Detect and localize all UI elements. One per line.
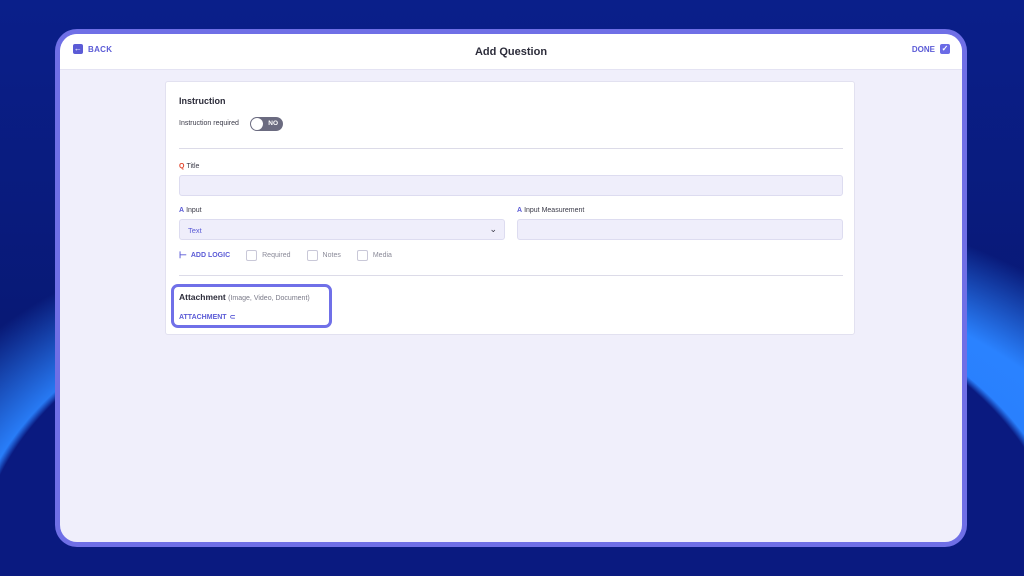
attachment-button-label: ATTACHMENT: [179, 313, 227, 321]
input-field-label: A Input: [179, 207, 202, 214]
divider: [179, 148, 843, 149]
back-arrow-icon: ←: [73, 44, 83, 54]
input-type-value: Text: [188, 226, 202, 235]
input-type-select[interactable]: Text ⌄: [179, 219, 505, 240]
media-checkbox[interactable]: Media: [356, 250, 392, 261]
a-marker: A: [179, 207, 185, 214]
q-marker: Q: [179, 163, 185, 170]
tablet-frame: ← BACK Add Question DONE ✓ Instruction I…: [55, 29, 967, 547]
checkmark-icon: ✓: [940, 44, 950, 54]
attachment-button[interactable]: ATTACHMENT ⊂: [179, 313, 236, 322]
chevron-down-icon: ⌄: [489, 224, 497, 234]
title-label-text: Title: [186, 163, 200, 170]
app-screen: ← BACK Add Question DONE ✓ Instruction I…: [60, 34, 962, 542]
done-label: DONE: [911, 44, 935, 54]
add-logic-button[interactable]: ⊢ ADD LOGIC: [179, 250, 230, 261]
back-button[interactable]: ← BACK: [73, 44, 112, 54]
toggle-knob: [251, 118, 263, 130]
checkbox-box: [306, 250, 318, 261]
input-label-text: Input: [186, 207, 202, 214]
checkbox-label: Notes: [322, 252, 341, 259]
measurement-label-text: Input Measurement: [524, 207, 585, 214]
checkbox-label: Required: [262, 252, 291, 259]
required-checkbox[interactable]: Required: [246, 250, 291, 261]
title-input[interactable]: [179, 175, 843, 196]
page-title: Add Question: [474, 45, 548, 58]
top-bar: ← BACK Add Question DONE ✓: [60, 34, 962, 70]
done-button[interactable]: DONE ✓: [912, 44, 950, 54]
checkbox-box: [356, 250, 368, 261]
attachment-title: Attachment: [179, 292, 226, 302]
question-card: Instruction Instruction required NO Q Tit…: [165, 81, 855, 335]
title-field-label: Q Title: [179, 163, 199, 170]
measurement-input[interactable]: [517, 219, 843, 240]
paperclip-icon: ⊂: [229, 314, 236, 321]
attachment-hint: (Image, Video, Document): [228, 295, 310, 302]
logic-row: ⊢ ADD LOGIC Required Notes Media: [179, 250, 392, 261]
instruction-required-toggle[interactable]: NO: [250, 117, 283, 131]
measurement-field-label: A Input Measurement: [517, 207, 584, 214]
checkbox-label: Media: [372, 252, 392, 259]
divider: [179, 275, 843, 276]
notes-checkbox[interactable]: Notes: [306, 250, 341, 261]
instruction-heading: Instruction: [179, 96, 226, 106]
add-logic-label: ADD LOGIC: [190, 252, 231, 259]
attachment-heading: Attachment (Image, Video, Document): [179, 292, 310, 302]
logic-branch-icon: ⊢: [179, 250, 187, 260]
attachment-highlight: [171, 284, 332, 328]
back-label: BACK: [88, 44, 113, 54]
instruction-required-label: Instruction required: [179, 120, 239, 127]
toggle-text: NO: [268, 120, 278, 127]
checkbox-box: [246, 250, 258, 261]
a-marker: A: [517, 207, 523, 214]
